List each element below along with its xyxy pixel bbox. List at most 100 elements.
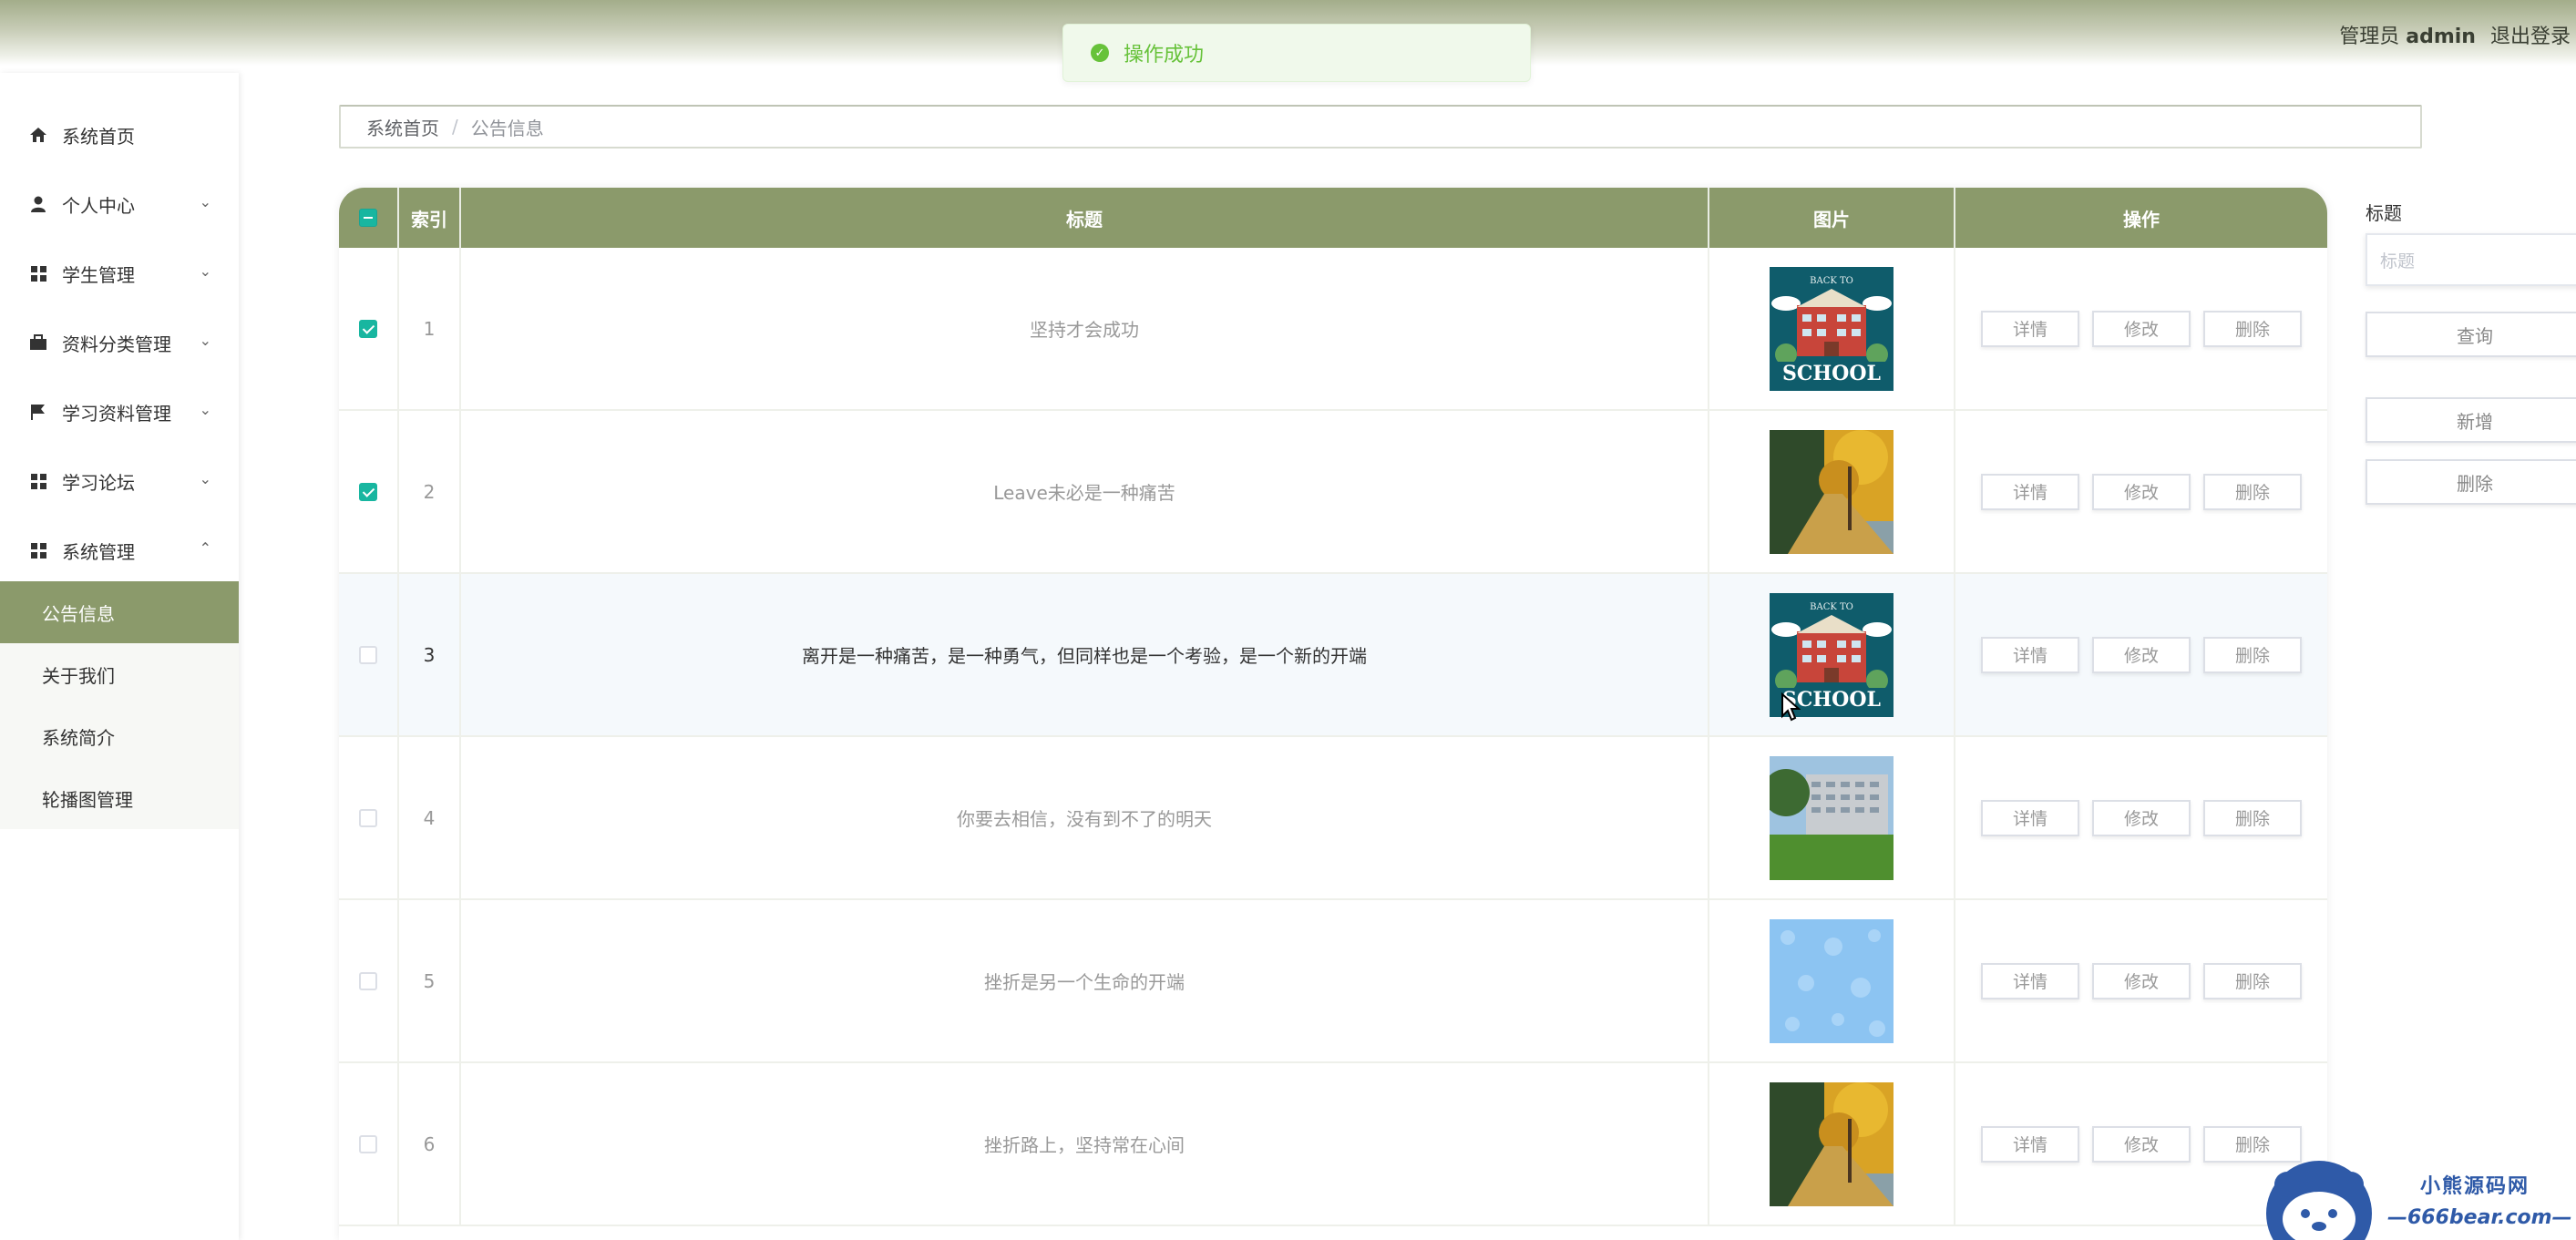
- table-row: 1 坚持才会成功 BACK TO SCHOOL 详情 修改 删除: [339, 248, 2327, 411]
- row-image-cell: [1709, 1063, 1955, 1225]
- user-icon: [29, 195, 47, 213]
- chevron-down-icon: ⌄: [199, 470, 211, 487]
- sidebar-item-label: 学习资料管理: [62, 402, 171, 425]
- delete-button[interactable]: 删除: [2203, 636, 2302, 673]
- flag-icon: [29, 403, 47, 421]
- row-select-cell: [339, 1063, 399, 1225]
- row-thumbnail: [1770, 755, 1894, 880]
- row-title: Leave未必是一种痛苦: [461, 411, 1709, 572]
- row-title: 挫折路上，坚持常在心间: [461, 1063, 1709, 1225]
- sidebar-item-profile[interactable]: 个人中心 ⌄: [0, 177, 239, 231]
- user-role: 管理员: [2339, 26, 2400, 48]
- bear-logo-icon: [2266, 1161, 2372, 1240]
- row-checkbox[interactable]: [359, 482, 377, 501]
- sidebar-item-categories[interactable]: 资料分类管理 ⌄: [0, 315, 239, 370]
- edit-button[interactable]: 修改: [2092, 799, 2191, 836]
- header-index: 索引: [399, 188, 461, 248]
- search-label: 标题: [2366, 202, 2402, 224]
- header-actions: 操作: [2123, 208, 2160, 231]
- row-checkbox[interactable]: [359, 1134, 377, 1153]
- delete-button[interactable]: 删除: [2203, 962, 2302, 999]
- success-toast: ✓ 操作成功: [1062, 24, 1531, 82]
- edit-button[interactable]: 修改: [2092, 473, 2191, 510]
- delete-button[interactable]: 删除: [2203, 799, 2302, 836]
- chevron-down-icon: ⌄: [199, 332, 211, 349]
- svg-text:BACK TO: BACK TO: [1810, 276, 1853, 286]
- delete-button[interactable]: 删除: [2203, 310, 2302, 347]
- add-button[interactable]: 新增: [2366, 397, 2576, 443]
- sidebar-subitem-about[interactable]: 关于我们: [0, 643, 239, 705]
- row-checkbox[interactable]: [359, 319, 377, 338]
- row-checkbox[interactable]: [359, 645, 377, 664]
- breadcrumb-home[interactable]: 系统首页: [366, 114, 439, 140]
- row-index: 1: [399, 248, 461, 409]
- detail-button[interactable]: 详情: [1981, 473, 2079, 510]
- grid-icon: [29, 264, 47, 282]
- sidebar-subitem-notices[interactable]: 公告信息: [0, 581, 239, 643]
- table-row: 6 挫折路上，坚持常在心间 详情 修改 删除: [339, 1063, 2327, 1226]
- detail-button[interactable]: 详情: [1981, 799, 2079, 836]
- sidebar-subitem-label: 系统简介: [42, 726, 115, 749]
- delete-button[interactable]: 删除: [2203, 1125, 2302, 1163]
- sidebar-item-label: 资料分类管理: [62, 333, 171, 355]
- select-all-checkbox[interactable]: [359, 209, 377, 227]
- chevron-down-icon: ⌄: [199, 401, 211, 418]
- watermark-url: —666bear.com—: [2387, 1206, 2572, 1229]
- sidebar-item-label: 学习论坛: [62, 471, 135, 494]
- row-checkbox[interactable]: [359, 971, 377, 990]
- row-select-cell: [339, 737, 399, 898]
- home-icon: [29, 126, 47, 144]
- svg-text:SCHOOL: SCHOOL: [1782, 362, 1881, 385]
- row-actions: 详情 修改 删除: [1955, 574, 2327, 735]
- title-search-input[interactable]: 标题: [2366, 233, 2576, 286]
- delete-button[interactable]: 删除: [2203, 473, 2302, 510]
- edit-button[interactable]: 修改: [2092, 1125, 2191, 1163]
- row-actions: 详情 修改 删除: [1955, 737, 2327, 898]
- row-checkbox[interactable]: [359, 808, 377, 827]
- batch-delete-button[interactable]: 删除: [2366, 459, 2576, 505]
- header-title: 标题: [461, 188, 1709, 248]
- row-index: 3: [399, 574, 461, 735]
- notice-table: 索引 标题 图片 操作 1 坚持才会成功 BACK TO SCHOOL 详情 修改 删除 2 L…: [339, 188, 2327, 1240]
- sidebar-item-label: 系统首页: [62, 125, 135, 148]
- sidebar-item-home[interactable]: 系统首页: [0, 108, 239, 162]
- svg-text:BACK TO: BACK TO: [1810, 602, 1853, 612]
- sidebar-subitem-carousel[interactable]: 轮播图管理: [0, 767, 239, 829]
- toast-message: 操作成功: [1124, 44, 1205, 67]
- row-select-cell: [339, 900, 399, 1061]
- sidebar-item-students[interactable]: 学生管理 ⌄: [0, 246, 239, 301]
- query-button[interactable]: 查询: [2366, 312, 2576, 357]
- row-image-cell: [1709, 411, 1955, 572]
- sidebar: 系统首页 个人中心 ⌄ 学生管理 ⌄ 资料分类管理 ⌄ 学习资料管理 ⌄ 学习论…: [0, 73, 239, 1240]
- watermark-title: 小熊源码网: [2420, 1175, 2530, 1198]
- logout-link[interactable]: 退出登录: [2490, 20, 2571, 49]
- table-row: 5 挫折是另一个生命的开端 详情 修改 删除: [339, 900, 2327, 1063]
- header-select-all[interactable]: [339, 188, 399, 248]
- watermark-logo: 小熊源码网 —666bear.com—: [2260, 1159, 2576, 1240]
- sidebar-subitem-intro[interactable]: 系统简介: [0, 705, 239, 767]
- sidebar-item-system[interactable]: 系统管理 ⌃: [0, 523, 239, 578]
- detail-button[interactable]: 详情: [1981, 310, 2079, 347]
- sidebar-subitem-label: 公告信息: [42, 602, 115, 625]
- detail-button[interactable]: 详情: [1981, 962, 2079, 999]
- detail-button[interactable]: 详情: [1981, 636, 2079, 673]
- chevron-down-icon: ⌄: [199, 262, 211, 280]
- row-select-cell: [339, 574, 399, 735]
- grid-icon: [29, 472, 47, 490]
- table-row: 3 离开是一种痛苦，是一种勇气，但同样也是一个考验，是一个新的开端 BACK TO S…: [339, 574, 2327, 737]
- row-title: 坚持才会成功: [461, 248, 1709, 409]
- edit-button[interactable]: 修改: [2092, 310, 2191, 347]
- sidebar-item-materials[interactable]: 学习资料管理 ⌄: [0, 384, 239, 439]
- edit-button[interactable]: 修改: [2092, 636, 2191, 673]
- edit-button[interactable]: 修改: [2092, 962, 2191, 999]
- user-info: 管理员 admin 退出登录: [2339, 20, 2571, 49]
- row-title: 挫折是另一个生命的开端: [461, 900, 1709, 1061]
- chevron-down-icon: ⌄: [199, 193, 211, 210]
- row-image-cell: BACK TO SCHOOL: [1709, 248, 1955, 409]
- sidebar-item-forum[interactable]: 学习论坛 ⌄: [0, 454, 239, 508]
- row-title: 你要去相信，没有到不了的明天: [461, 737, 1709, 898]
- detail-button[interactable]: 详情: [1981, 1125, 2079, 1163]
- table-row: 2 Leave未必是一种痛苦 详情 修改 删除: [339, 411, 2327, 574]
- breadcrumb: 系统首页 / 公告信息: [339, 105, 2422, 149]
- briefcase-icon: [29, 333, 47, 352]
